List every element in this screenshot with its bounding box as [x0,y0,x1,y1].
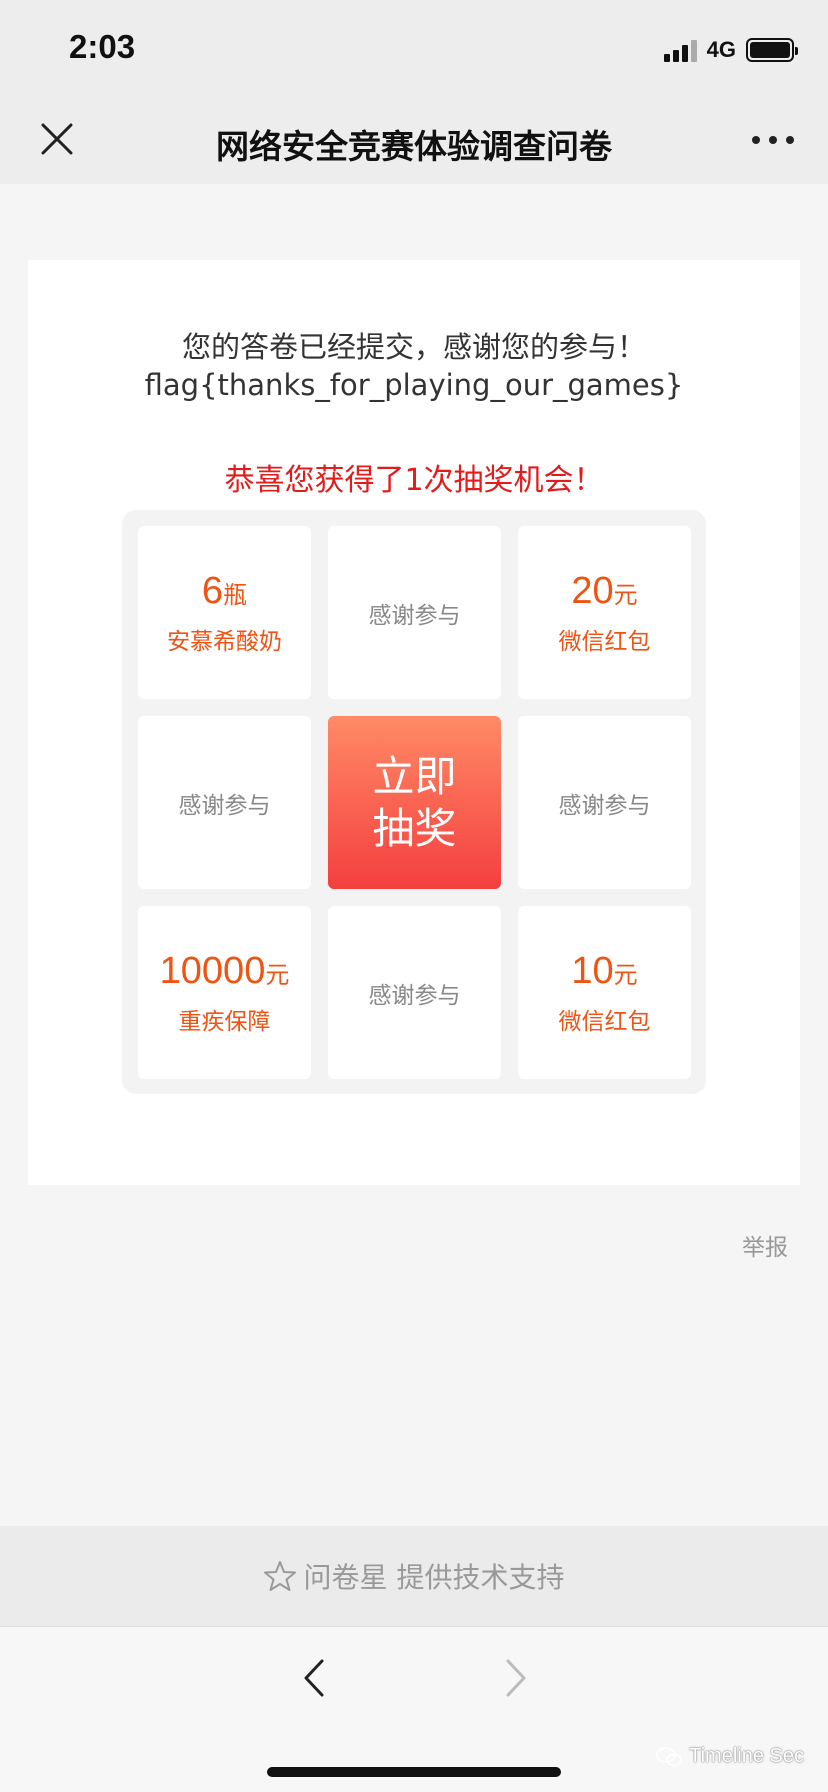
prize-amount: 10000元 [159,950,290,992]
draw-button-line2: 抽奖 [372,803,457,853]
forward-arrow-icon[interactable] [500,1657,530,1699]
prize-desc: 微信红包 [558,629,651,655]
prize-desc: 微信红包 [558,1009,651,1035]
prize-cell-hongbao-20: 20元 微信红包 [518,526,691,699]
congrats-message: 恭喜您获得了1次抽奖机会！ [224,463,604,498]
thanks-label: 感谢参与 [178,792,271,819]
watermark-text: Timeline Sec [689,1745,804,1767]
result-card: 您的答卷已经提交，感谢您的参与！ flag{thanks_for_playing… [28,260,800,1185]
back-arrow-icon[interactable] [300,1657,330,1699]
prize-cell-hongbao-10: 10元 微信红包 [518,906,691,1079]
page-title: 网络安全竞赛体验调查问卷 [216,127,612,166]
home-indicator [267,1767,561,1777]
thanks-cell: 感谢参与 [138,716,311,889]
status-time: 2:03 [69,28,136,65]
prize-desc: 重疾保障 [178,1009,271,1035]
more-icon[interactable] [752,136,794,144]
prize-cell-yogurt: 6瓶 安慕希酸奶 [138,526,311,699]
powered-by-text: 问卷星 提供技术支持 [303,1561,565,1594]
thanks-cell: 感谢参与 [518,716,691,889]
prize-desc: 安慕希酸奶 [167,629,282,655]
draw-button-line1: 立即 [372,751,457,801]
nav-bar: 网络安全竞赛体验调查问卷 [0,100,828,184]
prize-cell-insurance: 10000元 重疾保障 [138,906,311,1079]
prize-amount: 6瓶 [201,570,248,612]
wechat-icon [656,1746,682,1766]
flag-message: flag{thanks_for_playing_our_games} [144,368,684,402]
lottery-board: 6瓶 安慕希酸奶 感谢参与 20元 微信红包 感谢参与 立即 抽奖 感谢参与 1… [122,510,706,1094]
submit-message: 您的答卷已经提交，感谢您的参与！ [181,330,646,364]
watermark: Timeline Sec [655,1745,804,1768]
star-icon [263,1561,296,1591]
thanks-label: 感谢参与 [368,602,461,629]
battery-icon [746,38,798,62]
status-bar: 2:03 4G [0,0,828,100]
signal-icon [663,38,697,62]
prize-amount: 20元 [571,570,638,612]
bottom-toolbar: Timeline Sec [0,1626,828,1792]
draw-button[interactable]: 立即 抽奖 [328,716,501,889]
thanks-label: 感谢参与 [368,982,461,1009]
status-icons: 4G [663,36,798,64]
thanks-cell: 感谢参与 [328,526,501,699]
prize-amount: 10元 [571,950,638,992]
thanks-label: 感谢参与 [558,792,651,819]
powered-by-bar: 问卷星 提供技术支持 [0,1526,828,1626]
report-link[interactable]: 举报 [742,1228,788,1262]
network-label: 4G [706,37,736,62]
thanks-cell: 感谢参与 [328,906,501,1079]
